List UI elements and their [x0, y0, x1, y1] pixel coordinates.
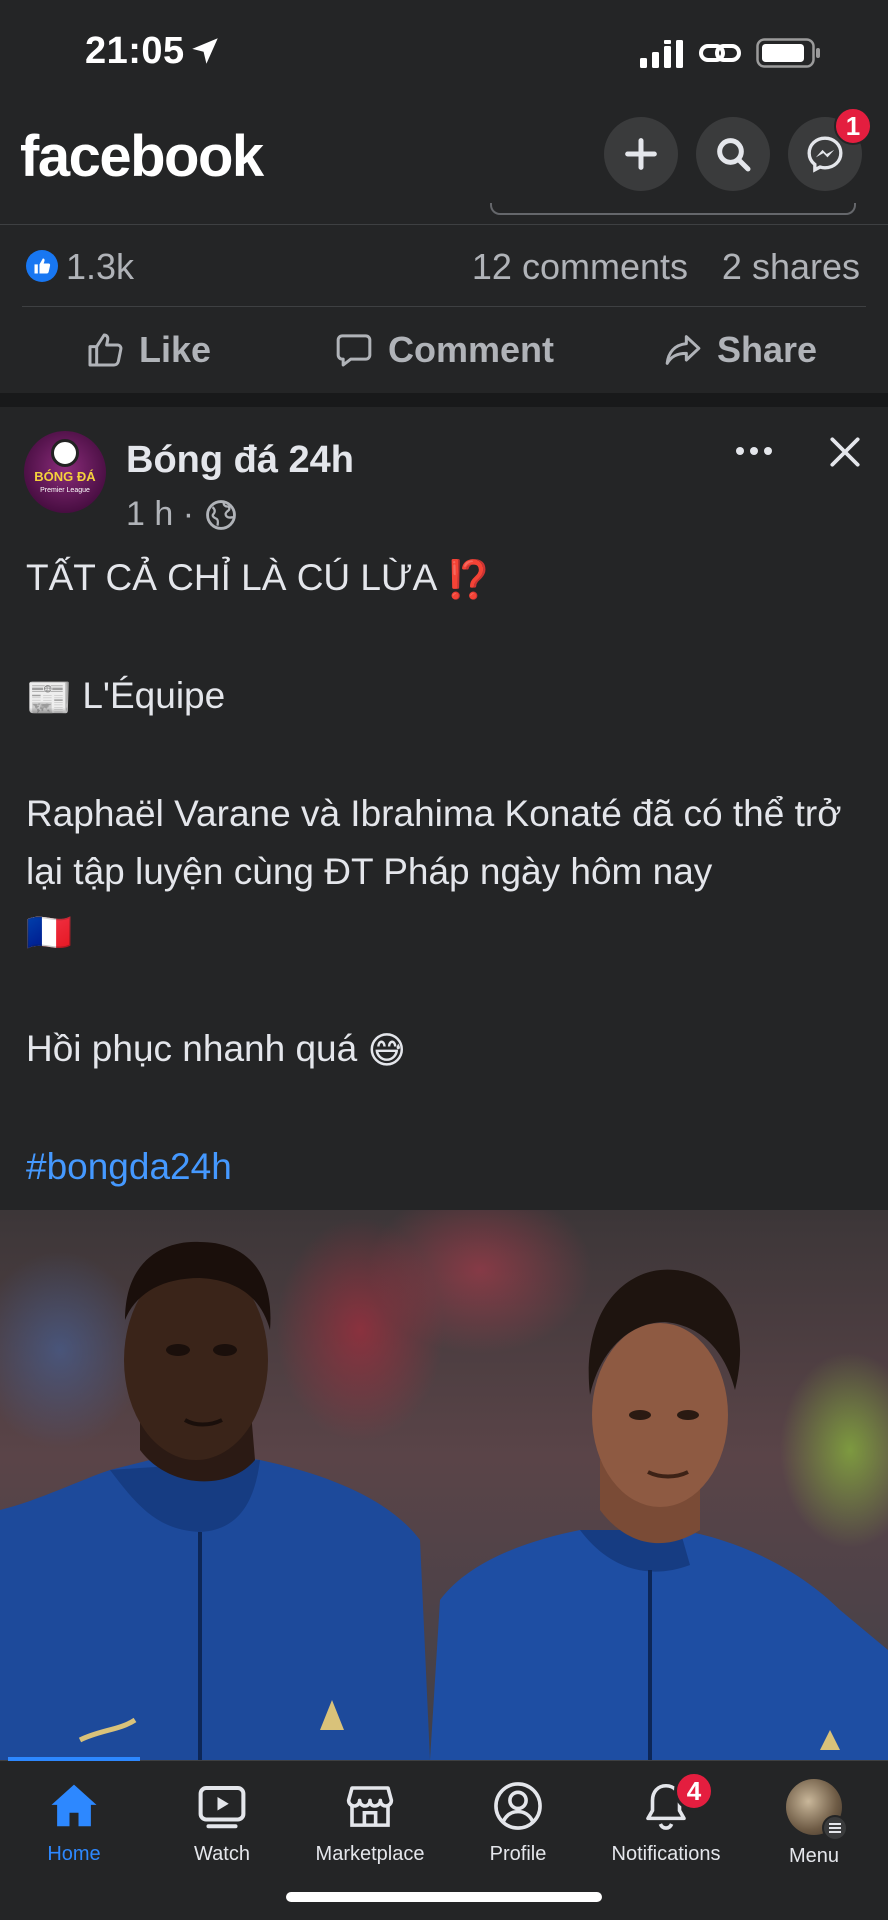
messenger-icon: [807, 136, 843, 173]
search-button[interactable]: [696, 117, 770, 191]
page-avatar[interactable]: BÓNG ĐÁ Premier League: [24, 431, 106, 513]
comment-button[interactable]: Comment: [296, 307, 592, 393]
reactions-summary: 1.3k 12 comments 2 shares: [0, 226, 888, 306]
thumbs-up-icon: [88, 333, 123, 367]
share-arrow-icon: [665, 335, 701, 365]
nav-watch-label: Watch: [194, 1843, 250, 1865]
nav-marketplace[interactable]: Marketplace: [296, 1779, 444, 1879]
comment-label: Comment: [387, 329, 554, 370]
comments-count[interactable]: 12 comments: [472, 246, 688, 288]
soccer-ball-icon: [51, 439, 79, 467]
messenger-badge: 1: [834, 107, 872, 145]
hamburger-menu-icon: [822, 1815, 848, 1841]
home-indicator: [286, 1892, 602, 1902]
header-divider: [0, 224, 888, 225]
plus-icon: [625, 138, 657, 170]
cellular-signal-icon: [640, 40, 683, 68]
nav-menu[interactable]: Menu: [740, 1779, 888, 1879]
reaction-count[interactable]: 1.3k: [66, 246, 134, 288]
nav-menu-label: Menu: [788, 1845, 840, 1867]
globe-icon: [206, 499, 236, 530]
nav-profile[interactable]: Profile: [444, 1779, 592, 1879]
status-bar: 21:05: [0, 0, 888, 105]
like-reaction-icon: [26, 250, 58, 282]
post-time[interactable]: 1 h ·: [126, 495, 194, 534]
post-hashtag[interactable]: #bongda24h: [26, 1138, 866, 1196]
app-header: facebook 1: [0, 105, 888, 225]
post-line-headline: TẤT CẢ CHỈ LÀ CÚ LỪA ⁉️: [26, 549, 866, 609]
post-actions: Like Comment Share: [0, 307, 888, 393]
active-tab-indicator: [8, 1757, 140, 1761]
facebook-logo[interactable]: facebook: [20, 123, 264, 190]
feed-separator: [0, 393, 888, 407]
page-name[interactable]: Bóng đá 24h: [126, 439, 354, 482]
create-button[interactable]: [604, 117, 678, 191]
close-icon[interactable]: [826, 433, 864, 471]
profile-icon: [494, 1782, 542, 1830]
location-arrow-icon: [192, 38, 218, 64]
nav-notifications[interactable]: 4 Notifications: [592, 1771, 740, 1879]
nav-marketplace-label: Marketplace: [315, 1843, 425, 1865]
watch-video-icon: [198, 1785, 246, 1829]
user-avatar: [786, 1779, 848, 1841]
nav-notifications-label: Notifications: [611, 1843, 721, 1865]
post-line-source: 📰 L'Équipe: [26, 667, 866, 727]
avatar-logo-subtext: Premier League: [40, 487, 90, 494]
exclamation-question-icon: ⁉️: [445, 559, 492, 601]
nav-profile-label: Profile: [489, 1843, 547, 1865]
france-flag-icon: 🇫🇷: [26, 911, 73, 953]
marketplace-store-icon: [346, 1786, 394, 1827]
sweat-smile-icon: 😅: [367, 1029, 407, 1071]
post-line-comment: Hồi phục nhanh quá 😅: [26, 1020, 866, 1080]
post-text: TẤT CẢ CHỈ LÀ CÚ LỪA ⁉️ 📰 L'Équipe Rapha…: [26, 549, 866, 1196]
players-photo: [0, 1241, 888, 1760]
home-icon: [51, 1784, 97, 1827]
newspaper-icon: 📰: [26, 677, 73, 719]
comment-icon: [336, 334, 372, 367]
messenger-button[interactable]: 1: [788, 107, 872, 191]
notifications-badge: 4: [674, 1771, 714, 1811]
more-options-icon[interactable]: [732, 441, 776, 461]
nav-watch[interactable]: Watch: [148, 1779, 296, 1879]
post-photo[interactable]: [0, 1210, 888, 1760]
like-button[interactable]: Like: [0, 307, 296, 393]
nav-home[interactable]: Home: [0, 1779, 148, 1879]
post-meta: 1 h ·: [126, 495, 238, 534]
search-icon: [717, 138, 751, 172]
nav-home-label: Home: [47, 1843, 101, 1865]
share-label: Share: [716, 329, 818, 370]
avatar-logo-text: BÓNG ĐÁ: [34, 469, 96, 484]
status-time: 21:05: [85, 30, 185, 72]
link-icon: [699, 44, 741, 62]
share-button[interactable]: Share: [592, 307, 888, 393]
battery-icon: [756, 38, 820, 68]
post-line-news: Raphaël Varane và Ibrahima Konaté đã có …: [26, 785, 866, 961]
shares-count[interactable]: 2 shares: [722, 246, 860, 288]
previous-post-edge: [490, 203, 856, 215]
like-label: Like: [138, 329, 212, 370]
